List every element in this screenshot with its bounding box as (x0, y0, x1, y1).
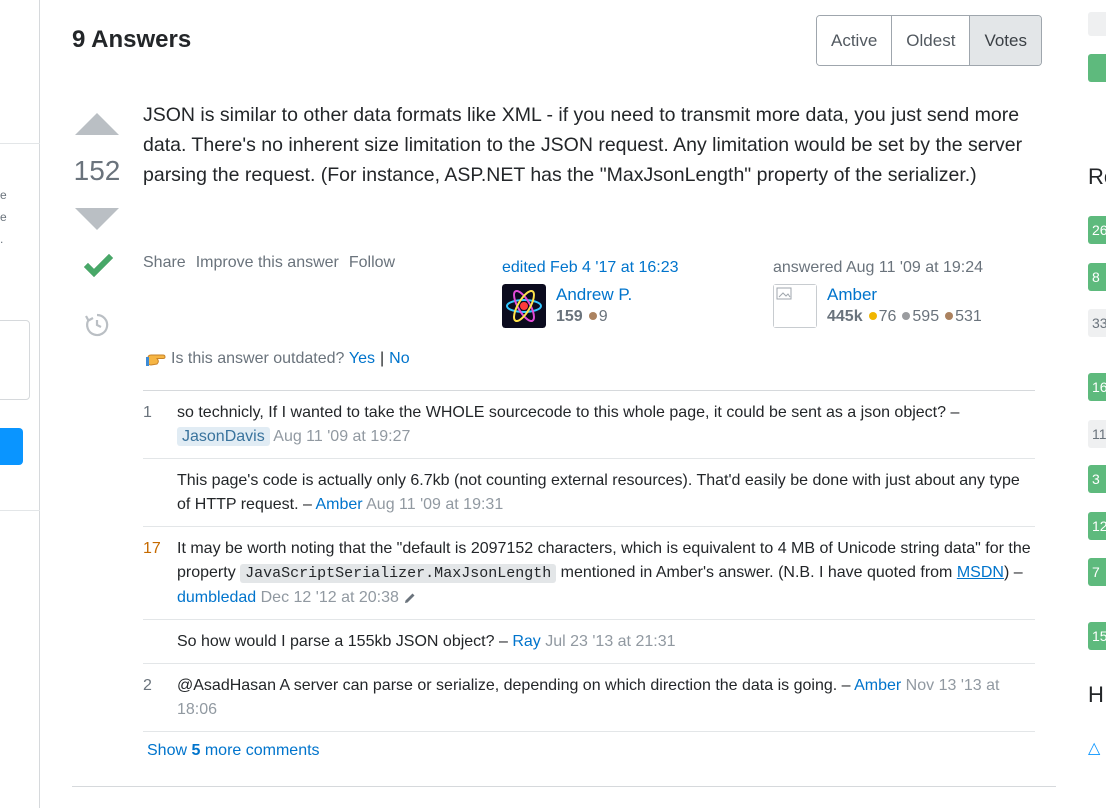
author-avatar[interactable] (773, 284, 817, 328)
editor-username[interactable]: Andrew P. (556, 284, 632, 306)
timeline-history-icon[interactable] (84, 312, 110, 338)
author-signature: answered Aug 11 '09 at 19:24 Amber 445k 7… (773, 258, 983, 328)
answer-divider (72, 786, 1056, 787)
share-link[interactable]: Share (143, 254, 186, 272)
downvote-arrow-icon[interactable] (75, 208, 119, 230)
show-more-comments-link[interactable]: Show 5 more comments (147, 742, 320, 760)
show-more-suffix: more comments (204, 742, 320, 759)
bronze-badge-count: 9 (598, 308, 608, 325)
comment-text: This page's code is actually only 6.7kb … (177, 472, 1020, 513)
right-sidebar: Re 26 8 33 16 11 3 12 7 15 H △ (1088, 0, 1106, 808)
site-icon[interactable]: △ (1088, 738, 1100, 758)
comment-author-link[interactable]: Amber (854, 677, 901, 694)
outdated-question: Is this answer outdated? (171, 350, 345, 367)
outdated-yes-link[interactable]: Yes (349, 350, 375, 368)
comment-date[interactable]: Jul 23 '13 at 21:31 (545, 633, 675, 650)
comment: So how would I parse a 155kb JSON object… (143, 620, 1035, 664)
comment-author-link[interactable]: Amber (315, 496, 362, 513)
editor-avatar[interactable] (502, 284, 546, 328)
show-more-prefix: Show (147, 742, 188, 759)
sidebar-text-fragment: . (0, 232, 4, 246)
improve-answer-link[interactable]: Improve this answer (196, 254, 339, 272)
comment-author-link[interactable]: dumbledad (177, 589, 256, 606)
sort-oldest-button[interactable]: Oldest (891, 16, 970, 65)
comment-text: so technicly, If I wanted to take the WH… (177, 404, 960, 421)
accepted-checkmark-icon (84, 254, 113, 277)
edited-pencil-icon (405, 593, 415, 603)
bronze-badge-icon (945, 312, 954, 321)
related-score-chip[interactable]: 33 (1088, 309, 1106, 337)
comment-author-link[interactable]: JasonDavis (177, 427, 270, 446)
related-score-chip[interactable]: 16 (1088, 373, 1106, 401)
silver-badge-icon (902, 312, 911, 321)
comment-date[interactable]: Aug 11 '09 at 19:27 (273, 428, 410, 445)
follow-link[interactable]: Follow (349, 254, 395, 272)
related-score-chip[interactable]: 12 (1088, 512, 1106, 540)
comment-text: @AsadHasan A server can parse or seriali… (177, 677, 851, 694)
sidebar-card (0, 320, 30, 400)
post-menu: Share Improve this answer Follow (143, 254, 395, 272)
bronze-badge-count: 531 (955, 308, 982, 325)
vote-count: 152 (73, 155, 121, 186)
hot-network-heading: H (1088, 682, 1104, 707)
bronze-badge-icon (588, 312, 597, 321)
editor-signature: edited Feb 4 '17 at 16:23 Andrew P. 159 9 (502, 258, 679, 328)
editor-reputation: 159 9 (556, 306, 632, 328)
related-score-chip[interactable]: 3 (1088, 465, 1106, 493)
upvote-arrow-icon[interactable] (75, 113, 119, 135)
comment-score: 1 (143, 404, 152, 421)
sort-votes-button[interactable]: Votes (969, 16, 1041, 65)
related-score-chip[interactable]: 7 (1088, 558, 1106, 586)
related-score-chip[interactable]: 8 (1088, 263, 1106, 291)
reputation-score: 159 (556, 308, 583, 325)
reputation-score: 445k (827, 308, 863, 325)
related-score-chip[interactable]: 15 (1088, 622, 1106, 650)
comment-text: So how would I parse a 155kb JSON object… (177, 633, 508, 650)
sidebar-text-fragment: e (0, 188, 7, 202)
outdated-no-link[interactable]: No (389, 350, 409, 368)
silver-badge-count: 595 (912, 308, 940, 325)
comment-list: 1 so technicly, If I wanted to take the … (143, 390, 1035, 732)
gold-badge-icon (868, 312, 877, 321)
outdated-separator: | (380, 350, 385, 367)
comment-author-link[interactable]: Ray (512, 633, 540, 650)
comment-date[interactable]: Dec 12 '12 at 20:38 (261, 589, 399, 606)
answers-count-heading: 9 Answers (72, 26, 192, 53)
sort-active-button[interactable]: Active (817, 16, 892, 65)
related-heading: Re (1088, 164, 1106, 189)
related-score-chip[interactable]: 11 (1088, 420, 1106, 448)
sidebar-widget (1088, 54, 1106, 82)
answer-body: JSON is similar to other data formats li… (143, 104, 1023, 186)
comment-code: JavaScriptSerializer.MaxJsonLength (240, 564, 557, 583)
pointing-hand-icon (146, 354, 166, 366)
comment: 17 It may be worth noting that the "defa… (143, 527, 1035, 620)
sidebar-divider (0, 510, 40, 511)
comment: This page's code is actually only 6.7kb … (143, 459, 1035, 527)
sidebar-text-fragment: e (0, 210, 7, 224)
author-username[interactable]: Amber (827, 284, 982, 306)
sidebar-button[interactable] (0, 428, 23, 465)
comment-score: 2 (143, 677, 152, 694)
sidebar-widget (1088, 12, 1106, 36)
comment-text: mentioned in Amber's answer. (N.B. I hav… (560, 564, 953, 581)
comment: 2 @AsadHasan A server can parse or seria… (143, 664, 1035, 732)
answered-timestamp: answered Aug 11 '09 at 19:24 (773, 259, 984, 276)
author-reputation: 445k 76 595 531 (827, 306, 982, 328)
outdated-prompt: Is this answer outdated? Yes | No (145, 350, 410, 368)
left-sidebar: e e . (0, 0, 40, 808)
comment-text: ) – (1003, 564, 1023, 581)
comment: 1 so technicly, If I wanted to take the … (143, 391, 1035, 459)
comment-score: 17 (143, 540, 161, 557)
msdn-link[interactable]: MSDN (957, 564, 1004, 581)
gold-badge-count: 76 (878, 308, 897, 325)
comment-date[interactable]: Aug 11 '09 at 19:31 (366, 496, 503, 513)
show-more-count: 5 (191, 742, 201, 759)
edited-timestamp-link[interactable]: edited Feb 4 '17 at 16:23 (502, 258, 679, 278)
sidebar-divider (0, 143, 40, 144)
related-score-chip[interactable]: 26 (1088, 216, 1106, 244)
answer-sort-tabs: Active Oldest Votes (816, 15, 1042, 66)
